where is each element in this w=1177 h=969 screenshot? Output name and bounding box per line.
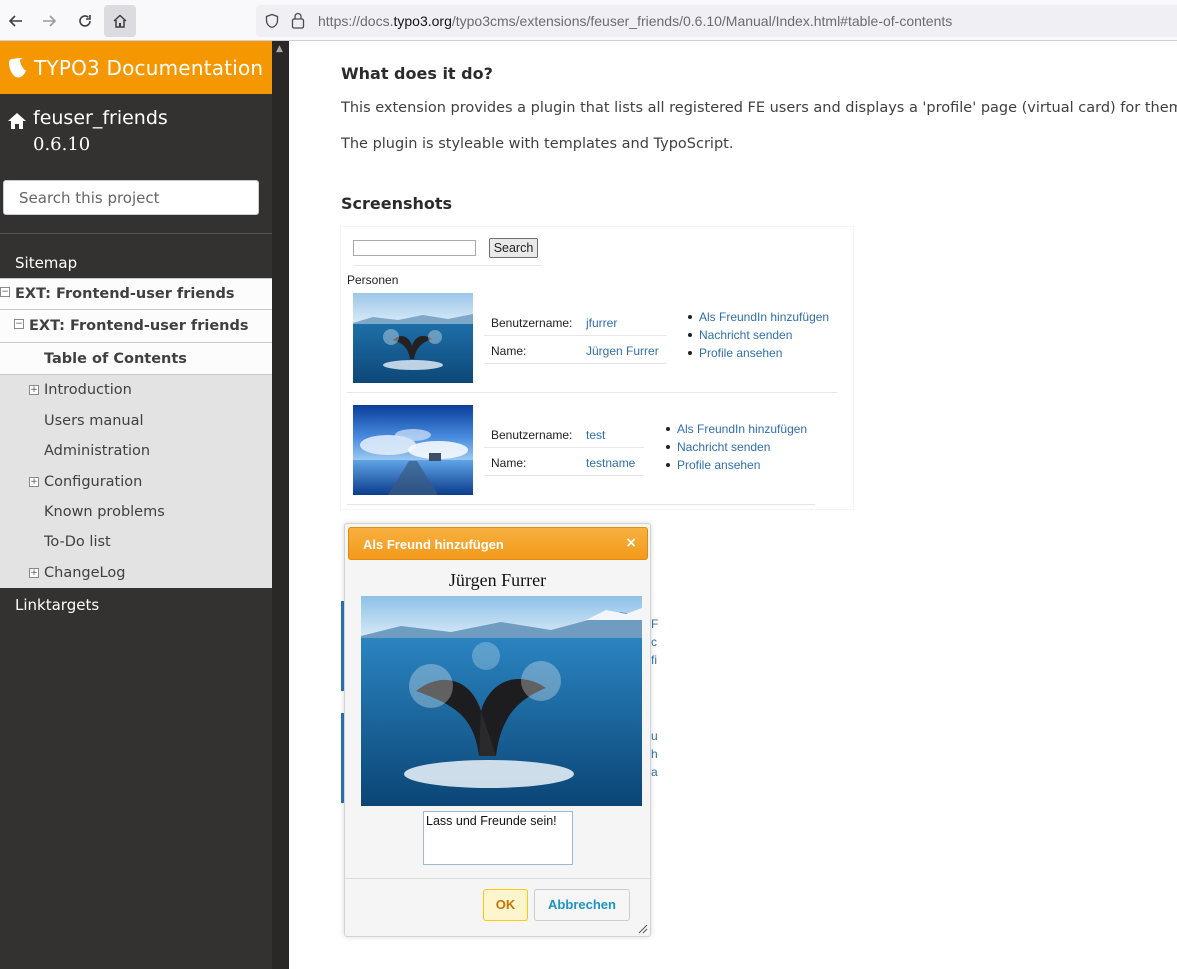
dialog-header: Als Freund hinzufügen × — [348, 527, 648, 560]
pier-sunset-thumbnail — [353, 405, 473, 495]
divider — [353, 265, 543, 266]
hidden-link-fragment: h — [651, 747, 658, 761]
screenshot-user-list: Search Personen Benutzername: jfurrer Na… — [341, 227, 853, 509]
sidebar-item-introduction[interactable]: + Introduction — [0, 382, 272, 398]
sidebar-item-known-problems[interactable]: Known problems — [0, 504, 272, 520]
back-button[interactable] — [0, 5, 32, 37]
heading-screenshots: Screenshots — [341, 194, 453, 213]
dialog-person-name: Jürgen Furrer — [448, 570, 547, 590]
close-icon: × — [625, 535, 637, 551]
expand-icon[interactable]: + — [29, 568, 39, 578]
name-value: Jürgen Furrer — [586, 344, 659, 358]
expand-icon[interactable]: + — [29, 477, 39, 487]
whale-tail-photo — [361, 596, 642, 806]
divider — [484, 475, 644, 476]
collapse-icon[interactable]: − — [0, 287, 10, 297]
home-icon — [113, 14, 127, 28]
forward-button[interactable] — [33, 5, 65, 37]
divider — [347, 392, 837, 393]
whale-tail-thumbnail — [353, 293, 473, 383]
username-label: Benutzername: — [491, 316, 573, 330]
project-name[interactable]: feuser_friends — [33, 107, 168, 129]
action-add-friend: Als FreundIn hinzufügen — [687, 310, 830, 324]
hidden-link-fragment: c — [651, 635, 657, 649]
divider — [347, 504, 815, 505]
sidebar-item-ext-l2[interactable]: − EXT: Frontend-user friends — [0, 309, 272, 342]
sidebar-item-to-do-list[interactable]: To-Do list — [0, 534, 272, 550]
expand-icon[interactable]: + — [29, 385, 39, 395]
divider — [484, 335, 666, 336]
action-view-profile: Profile ansehen — [665, 458, 761, 472]
action-add-friend: Als FreundIn hinzufügen — [665, 422, 808, 436]
lock-icon — [291, 12, 305, 29]
sidebar-subitems: + Introduction Users manual Administrati… — [0, 375, 272, 588]
resize-grip-icon — [638, 924, 648, 934]
sidebar-scrollbar[interactable]: ▲ — [272, 41, 289, 969]
sidebar-item-changelog[interactable]: + ChangeLog — [0, 565, 272, 581]
divider — [345, 878, 650, 879]
typo3-logo-icon — [9, 57, 26, 77]
sidebar-item-linktargets[interactable]: Linktargets — [0, 596, 272, 614]
name-label: Name: — [491, 344, 527, 358]
divider — [484, 363, 666, 364]
styling-paragraph: The plugin is styleable with templates a… — [341, 136, 734, 152]
search-input[interactable]: Search this project — [3, 180, 259, 215]
arrow-right-icon — [43, 15, 57, 27]
description-paragraph: This extension provides a plugin that li… — [341, 100, 1177, 116]
action-send-message: Nachricht senden — [665, 440, 771, 454]
divider — [0, 233, 272, 234]
arrow-left-icon — [8, 15, 22, 27]
name-value: testname — [586, 456, 636, 470]
sidebar-item-label: Configuration — [44, 474, 143, 490]
action-view-profile: Profile ansehen — [687, 346, 783, 360]
sidebar-item-table-of-contents[interactable]: Table of Contents — [0, 342, 272, 375]
username-value: test — [586, 428, 606, 442]
brand-header[interactable]: TYPO3 Documentation — [0, 41, 272, 94]
reload-icon — [79, 15, 91, 27]
sidebar-item-label: EXT: Frontend-user friends — [15, 286, 235, 302]
username-value: jfurrer — [586, 316, 618, 330]
url-bar[interactable]: https://docs.typo3.org/typo3cms/extensio… — [256, 5, 1177, 37]
home-icon[interactable] — [7, 112, 27, 130]
ok-button: OK — [483, 889, 528, 921]
scroll-up-icon[interactable]: ▲ — [276, 44, 283, 54]
shield-icon — [265, 13, 279, 29]
username-label: Benutzername: — [491, 428, 573, 442]
sidebar: TYPO3 Documentation feuser_friends 0.6.1… — [0, 41, 272, 969]
section-label: Personen — [347, 273, 399, 287]
name-label: Name: — [491, 456, 527, 470]
sidebar-item-administration[interactable]: Administration — [0, 443, 272, 459]
url-text: https://docs.typo3.org/typo3cms/extensio… — [318, 13, 953, 29]
reload-button[interactable] — [69, 5, 101, 37]
search-input — [353, 240, 476, 256]
project-version: 0.6.10 — [33, 134, 91, 155]
main-content: What does it do? This extension provides… — [289, 41, 1177, 969]
sidebar-item-sitemap[interactable]: Sitemap — [0, 254, 272, 272]
sidebar-item-label: EXT: Frontend-user friends — [29, 318, 249, 334]
dialog-title: Als Freund hinzufügen — [363, 537, 504, 552]
cancel-button: Abbrechen — [534, 889, 630, 921]
divider — [484, 447, 644, 448]
add-friend-dialog: Als Freund hinzufügen × Jürgen Furrer La… — [344, 523, 651, 937]
search-button: Search — [489, 238, 538, 258]
browser-toolbar: https://docs.typo3.org/typo3cms/extensio… — [0, 0, 1177, 41]
sidebar-item-configuration[interactable]: + Configuration — [0, 474, 272, 490]
hidden-link-fragment: fi — [651, 653, 657, 667]
home-button[interactable] — [104, 5, 136, 37]
sidebar-item-ext-l1[interactable]: − EXT: Frontend-user friends — [0, 278, 272, 309]
hidden-link-fragment: a — [651, 765, 658, 779]
collapse-icon[interactable]: − — [14, 319, 24, 329]
action-send-message: Nachricht senden — [687, 328, 793, 342]
sidebar-item-label: ChangeLog — [44, 565, 126, 581]
hidden-link-fragment: u — [651, 729, 658, 743]
brand-title: TYPO3 Documentation — [34, 55, 264, 80]
sidebar-item-users-manual[interactable]: Users manual — [0, 413, 272, 429]
heading-what-does-it-do: What does it do? — [341, 64, 493, 83]
hidden-link-fragment: F — [651, 617, 659, 631]
message-textarea: Lass und Freunde sein! — [423, 811, 573, 865]
sidebar-item-label: Introduction — [44, 382, 132, 398]
